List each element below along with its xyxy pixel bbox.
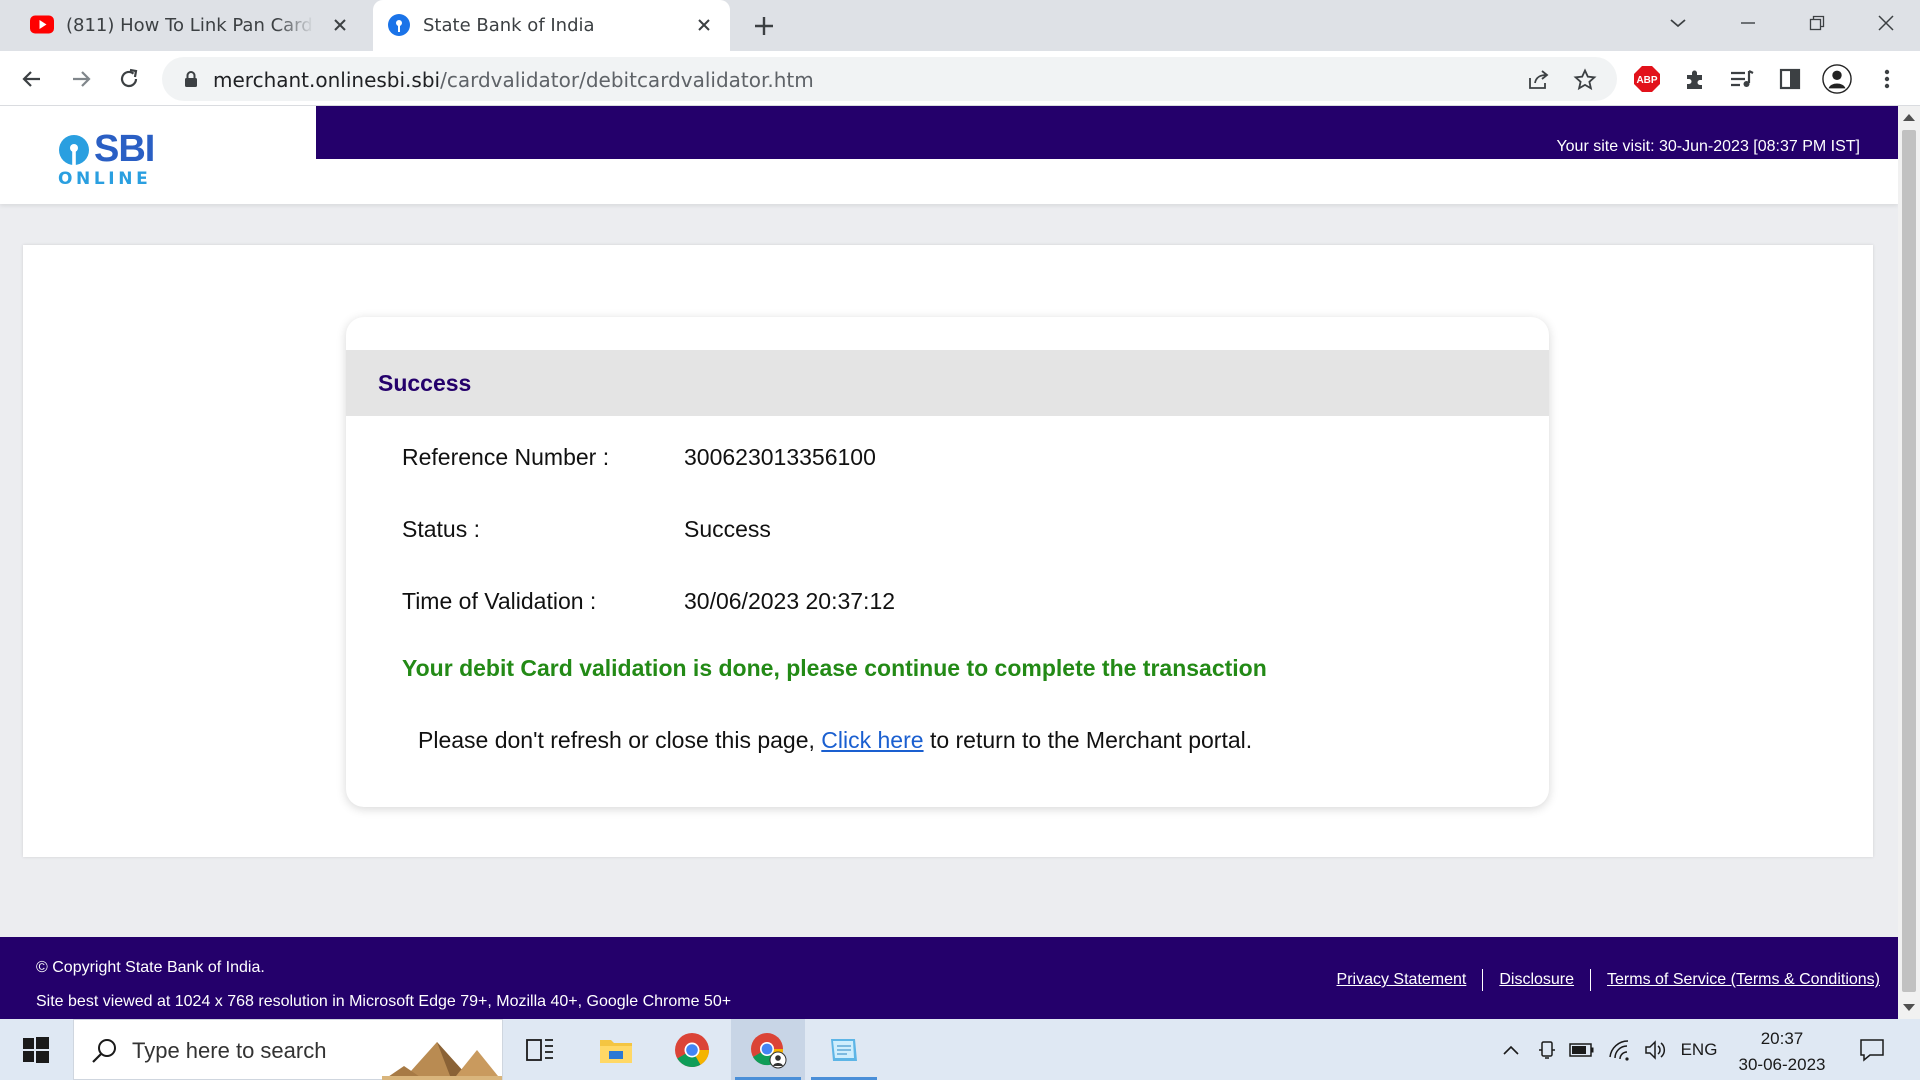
privacy-statement-link[interactable]: Privacy Statement — [1337, 971, 1467, 989]
clock-date: 30-06-2023 — [1738, 1055, 1826, 1074]
site-footer: © Copyright State Bank of India. Site be… — [0, 937, 1898, 1019]
task-view-icon[interactable] — [503, 1019, 577, 1080]
address-bar[interactable]: merchant.onlinesbi.sbi/cardvalidator/deb… — [162, 57, 1617, 101]
sbi-online-logo[interactable]: SBI ONLINE — [56, 128, 166, 189]
side-panel-icon[interactable] — [1775, 64, 1805, 94]
meet-now-icon[interactable] — [1532, 1019, 1562, 1080]
logo-text: SBI — [94, 128, 155, 170]
search-placeholder: Type here to search — [132, 1038, 327, 1063]
time-of-validation-value: 30/06/2023 20:37:12 — [684, 588, 896, 614]
browser-toolbar: merchant.onlinesbi.sbi/cardvalidator/deb… — [0, 51, 1920, 106]
close-tab-icon[interactable] — [328, 13, 352, 37]
site-header: SBI ONLINE Your site visit: 30-Jun-2023 … — [0, 106, 1898, 204]
minimize-icon[interactable] — [1730, 8, 1766, 38]
header-banner: Your site visit: 30-Jun-2023 [08:37 PM I… — [316, 106, 1898, 159]
chrome-icon[interactable] — [655, 1019, 729, 1080]
validation-result-box: Success Reference Number : 3006230133561… — [346, 317, 1549, 807]
search-icon — [92, 1039, 116, 1063]
logo-subtext: ONLINE — [58, 169, 152, 189]
url-path: /cardvalidator/debitcardvalidator.htm — [440, 68, 814, 92]
pyramids-search-highlight-icon — [382, 1020, 502, 1080]
reload-icon[interactable] — [113, 63, 145, 95]
sbi-icon — [388, 14, 410, 36]
share-icon[interactable] — [1526, 67, 1552, 93]
clock-time: 20:37 — [1760, 1029, 1804, 1048]
footer-links: Privacy Statement Disclosure Terms of Se… — [1337, 969, 1880, 991]
browser-menu-icon[interactable] — [1872, 64, 1902, 94]
status-value: Success — [684, 516, 771, 542]
adblock-plus-icon[interactable]: ABP — [1632, 64, 1662, 94]
page-viewport: SBI ONLINE Your site visit: 30-Jun-2023 … — [0, 106, 1898, 1019]
tab-search-chevron-icon[interactable] — [1660, 8, 1696, 38]
site-visit-text: Your site visit: 30-Jun-2023 [08:37 PM I… — [1556, 138, 1860, 155]
terms-of-service-link[interactable]: Terms of Service (Terms & Conditions) — [1607, 971, 1880, 989]
back-arrow-icon[interactable] — [16, 63, 48, 95]
notifications-icon[interactable] — [1852, 1019, 1892, 1080]
puzzle-extensions-icon[interactable] — [1680, 64, 1710, 94]
browser-tab-youtube[interactable]: (811) How To Link Pan Card To Aa — [12, 0, 366, 51]
volume-icon[interactable] — [1640, 1019, 1672, 1080]
wifi-icon[interactable] — [1604, 1019, 1636, 1080]
bookmark-star-icon[interactable] — [1572, 67, 1598, 93]
scroll-down-arrow-icon[interactable] — [1903, 1004, 1915, 1011]
scroll-up-arrow-icon[interactable] — [1903, 114, 1915, 121]
windows-start-icon[interactable] — [14, 1033, 58, 1067]
taskbar-clock[interactable]: 20:37 30-06-2023 — [1722, 1026, 1842, 1078]
youtube-icon — [30, 15, 54, 34]
profile-avatar[interactable] — [1822, 64, 1852, 94]
status-label: Status : — [402, 516, 480, 542]
time-of-validation-label: Time of Validation : — [402, 588, 597, 614]
browser-tab-strip: (811) How To Link Pan Card To Aa State B… — [0, 0, 1920, 51]
copyright-text: © Copyright State Bank of India. — [36, 959, 265, 976]
success-message: Your debit Card validation is done, plea… — [402, 655, 1267, 681]
best-viewed-text: Site best viewed at 1024 x 768 resolutio… — [36, 993, 732, 1010]
notepad-app-icon[interactable] — [807, 1019, 881, 1080]
url-text[interactable]: merchant.onlinesbi.sbi/cardvalidator/deb… — [213, 68, 814, 92]
close-tab-icon[interactable] — [692, 13, 716, 37]
note-text-before: Please don't refresh or close this page, — [418, 727, 822, 753]
note-text-after: to return to the Merchant portal. — [923, 727, 1253, 753]
language-indicator[interactable]: ENG — [1678, 1019, 1720, 1080]
tab-title: (811) How To Link Pan Card To Aa — [66, 15, 314, 36]
windows-taskbar: Type here to search ENG 20:37 30-06-2023 — [0, 1019, 1920, 1080]
link-divider — [1482, 969, 1484, 991]
reference-number-label: Reference Number : — [402, 444, 610, 470]
browser-tab-sbi[interactable]: State Bank of India — [373, 0, 730, 51]
lock-icon[interactable] — [182, 70, 200, 88]
taskbar-search-box[interactable]: Type here to search — [73, 1019, 503, 1080]
content-card: Success Reference Number : 3006230133561… — [23, 245, 1873, 857]
forward-arrow-icon[interactable] — [65, 63, 97, 95]
restore-icon[interactable] — [1799, 8, 1835, 38]
scrollbar-thumb[interactable] — [1902, 130, 1916, 992]
file-explorer-icon[interactable] — [579, 1019, 653, 1080]
link-divider — [1590, 969, 1592, 991]
page-scrollbar[interactable] — [1898, 106, 1920, 1019]
show-hidden-icons-chevron-icon[interactable] — [1496, 1019, 1526, 1080]
battery-icon[interactable] — [1566, 1019, 1598, 1080]
click-here-link[interactable]: Click here — [821, 727, 923, 753]
sbi-logo-icon — [59, 135, 89, 166]
reference-number-value: 300623013356100 — [684, 444, 876, 470]
close-window-icon[interactable] — [1868, 8, 1904, 38]
chrome-profile-icon[interactable] — [731, 1019, 805, 1080]
url-host: merchant.onlinesbi.sbi — [213, 68, 441, 92]
tab-title: State Bank of India — [423, 15, 595, 36]
return-note: Please don't refresh or close this page,… — [418, 727, 1252, 754]
media-queue-icon[interactable] — [1727, 64, 1757, 94]
disclosure-link[interactable]: Disclosure — [1499, 971, 1574, 989]
result-heading: Success — [378, 370, 472, 396]
new-tab-icon[interactable] — [749, 11, 779, 41]
result-header: Success — [346, 350, 1549, 416]
svg-text:ABP: ABP — [1636, 75, 1657, 86]
